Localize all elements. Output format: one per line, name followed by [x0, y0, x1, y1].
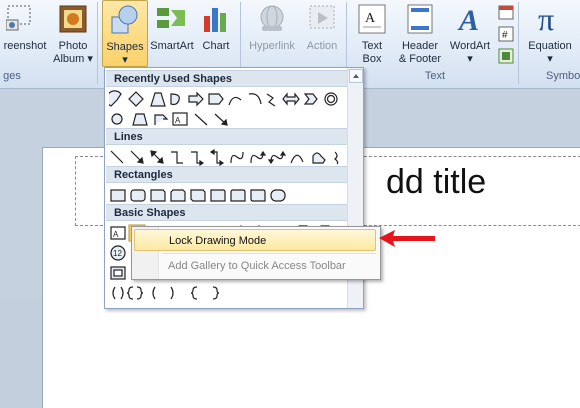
svg-text:#: # [502, 30, 508, 41]
photo-album-label: Photo [58, 40, 88, 52]
equation-dropdown-caret: ▾ [547, 53, 553, 65]
ribbon-separator [518, 2, 519, 84]
equation-button[interactable]: π Equation ▾ [524, 0, 576, 66]
category-recently-used-shapes: Recently Used Shapes [106, 70, 347, 87]
pi-icon: π [538, 2, 554, 36]
red-arrow-annotation-icon [379, 230, 435, 247]
group-label-images: ges [3, 70, 21, 82]
action-button[interactable]: Action [302, 0, 342, 66]
screenshot-label: reenshot [3, 40, 47, 52]
hyperlink-button[interactable]: Hyperlink [244, 0, 300, 66]
svg-text:A: A [457, 4, 479, 36]
text-box-button[interactable]: A Text Box [352, 0, 392, 66]
shapes-icon [111, 5, 138, 34]
rectangle-shapes-icons[interactable] [109, 186, 309, 206]
hash-icon: # [498, 26, 514, 42]
ribbon-separator [97, 2, 98, 84]
slide-number-button[interactable]: # [498, 26, 514, 42]
recent-shapes-icons[interactable] [106, 90, 349, 110]
wordart-label: WordArt [449, 40, 491, 52]
hyperlink-icon [260, 5, 284, 31]
shapes-label: Shapes [106, 41, 144, 53]
svg-text:A: A [175, 116, 181, 125]
smartart-button[interactable]: SmartArt [148, 0, 196, 66]
header-footer-button[interactable]: Header & Footer [394, 0, 446, 66]
chart-icon [204, 8, 226, 32]
photo-album-label-2: Album ▾ [53, 53, 93, 65]
recent-shapes-icons-2[interactable]: A [109, 110, 249, 130]
menu-separator [162, 253, 376, 254]
smartart-icon [157, 8, 185, 28]
photo-album-button[interactable]: Photo Album ▾ [52, 0, 94, 66]
category-lines: Lines [106, 128, 347, 145]
lock-drawing-mode-menu-item[interactable]: Lock Drawing Mode [134, 229, 376, 251]
add-gallery-to-qat-menu-item[interactable]: Add Gallery to Quick Access Toolbar [134, 255, 376, 277]
shapes-row-recent-1 [106, 90, 349, 110]
photo-album-icon [59, 5, 87, 33]
action-icon [309, 5, 335, 29]
date-time-button[interactable] [498, 4, 514, 20]
text-box-label-2: Box [362, 53, 382, 65]
header-footer-label-2: & Footer [398, 53, 442, 65]
svg-text:π: π [538, 2, 554, 36]
header-footer-label: Header [401, 40, 439, 52]
wordart-button[interactable]: A WordArt ▾ [446, 0, 494, 66]
shapes-row-basic-4 [109, 284, 249, 304]
title-placeholder-text: dd title [386, 163, 487, 201]
category-basic-shapes: Basic Shapes [106, 204, 347, 221]
shapes-row-lines [109, 148, 349, 168]
chart-button[interactable]: Chart [198, 0, 234, 66]
shapes-row-recent-2: A [109, 110, 249, 130]
group-label-text: Text [424, 70, 446, 82]
line-shapes-icons[interactable] [109, 148, 349, 168]
screenshot-icon [6, 5, 31, 31]
wordart-icon: A [457, 4, 479, 36]
bracket-shapes-icons[interactable] [109, 284, 249, 304]
shapes-button[interactable]: Shapes ▾ [102, 0, 148, 67]
svg-text:A: A [113, 230, 119, 239]
svg-text:A: A [365, 11, 376, 26]
svg-text:12: 12 [113, 249, 122, 258]
equation-label: Equation [528, 40, 572, 52]
scroll-up-arrow-icon[interactable] [349, 69, 363, 83]
category-rectangles: Rectangles [106, 166, 347, 183]
object-icon [498, 48, 514, 64]
shapes-dropdown-caret: ▾ [122, 54, 128, 66]
shapes-row-rectangles [109, 186, 309, 206]
wordart-dropdown-caret: ▾ [467, 53, 473, 65]
chart-label: Chart [202, 40, 230, 52]
text-box-label: Text [361, 40, 383, 52]
header-footer-icon [407, 4, 433, 34]
group-label-symbols: Symbo [546, 70, 580, 82]
text-box-icon: A [358, 4, 386, 34]
smartart-label: SmartArt [150, 40, 194, 52]
calendar-icon [498, 5, 514, 20]
screenshot-button[interactable]: reenshot [0, 0, 50, 66]
context-menu: Lock Drawing Mode Add Gallery to Quick A… [131, 226, 381, 280]
action-label: Action [306, 40, 338, 52]
hyperlink-label: Hyperlink [249, 40, 295, 52]
object-button[interactable] [498, 48, 514, 64]
